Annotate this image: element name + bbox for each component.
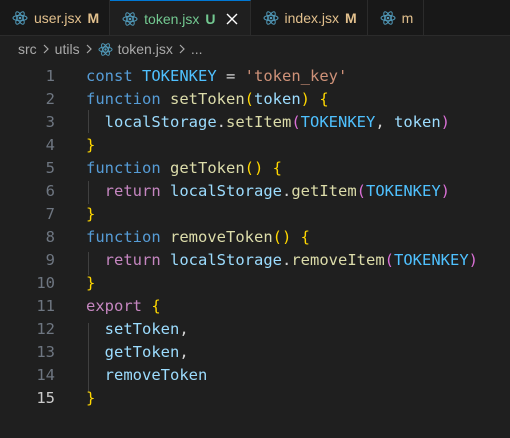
tab-label: m bbox=[401, 9, 414, 26]
code-line: 7 } bbox=[0, 202, 510, 225]
line-number: 1 bbox=[45, 66, 55, 85]
code-line: 10 } bbox=[0, 271, 510, 294]
code-line: 4 } bbox=[0, 133, 510, 156]
line-number: 12 bbox=[36, 319, 55, 338]
line-number: 15 bbox=[36, 388, 55, 407]
code-line: 11 export { bbox=[0, 294, 510, 317]
breadcrumb-utils[interactable]: utils bbox=[55, 41, 80, 57]
breadcrumb-src[interactable]: src bbox=[18, 41, 37, 57]
line-number: 10 bbox=[36, 273, 55, 292]
git-status-badge: M bbox=[344, 9, 357, 26]
code-line: 3 localStorage.setItem(TOKENKEY, token) bbox=[0, 110, 510, 133]
code-line: 2 function setToken(token) { bbox=[0, 87, 510, 110]
tab-label: index.jsx bbox=[284, 9, 339, 26]
code-line: 15 } bbox=[0, 386, 510, 409]
git-status-badge: M bbox=[87, 9, 100, 26]
code-line: 1 const TOKENKEY = 'token_key' bbox=[0, 64, 510, 87]
react-icon bbox=[12, 10, 28, 26]
chevron-right-icon bbox=[41, 42, 51, 56]
react-icon bbox=[98, 42, 113, 57]
editor-tab-bar: user.jsx M token.jsx U index.jsx M m bbox=[0, 0, 510, 36]
code-line: 12 setToken, bbox=[0, 317, 510, 340]
react-icon bbox=[122, 11, 138, 27]
line-number: 8 bbox=[45, 227, 55, 246]
line-number: 3 bbox=[45, 112, 55, 131]
code-line: 8 function removeToken() { bbox=[0, 225, 510, 248]
line-number: 4 bbox=[45, 135, 55, 154]
line-number: 13 bbox=[36, 342, 55, 361]
line-number: 2 bbox=[45, 89, 55, 108]
react-icon bbox=[380, 10, 396, 26]
code-line: 6 return localStorage.getItem(TOKENKEY) bbox=[0, 179, 510, 202]
code-editor[interactable]: 1 const TOKENKEY = 'token_key' 2 functio… bbox=[0, 62, 510, 438]
tab-label: user.jsx bbox=[34, 9, 82, 26]
tab-label: token.jsx bbox=[144, 10, 200, 27]
code-line: 5 function getToken() { bbox=[0, 156, 510, 179]
tab-index-jsx[interactable]: index.jsx M bbox=[250, 0, 368, 35]
tab-partial[interactable]: m bbox=[367, 0, 425, 35]
git-status-badge: U bbox=[205, 10, 216, 27]
line-number: 7 bbox=[45, 204, 55, 223]
tab-token-jsx[interactable]: token.jsx U bbox=[110, 0, 251, 35]
breadcrumb: src utils token.jsx ... bbox=[0, 36, 510, 62]
code-line: 13 getToken, bbox=[0, 340, 510, 363]
line-number: 9 bbox=[45, 250, 55, 269]
line-number: 5 bbox=[45, 158, 55, 177]
breadcrumb-symbol[interactable]: ... bbox=[191, 41, 203, 57]
tab-user-jsx[interactable]: user.jsx M bbox=[0, 0, 111, 35]
close-icon[interactable] bbox=[224, 11, 240, 27]
chevron-right-icon bbox=[177, 42, 187, 56]
line-number: 14 bbox=[36, 365, 55, 384]
line-number: 11 bbox=[36, 296, 55, 315]
breadcrumb-file[interactable]: token.jsx bbox=[118, 41, 173, 57]
chevron-right-icon bbox=[84, 42, 94, 56]
line-number: 6 bbox=[45, 181, 55, 200]
code-line: 14 removeToken bbox=[0, 363, 510, 386]
react-icon bbox=[263, 10, 279, 26]
code-line: 9 return localStorage.removeItem(TOKENKE… bbox=[0, 248, 510, 271]
